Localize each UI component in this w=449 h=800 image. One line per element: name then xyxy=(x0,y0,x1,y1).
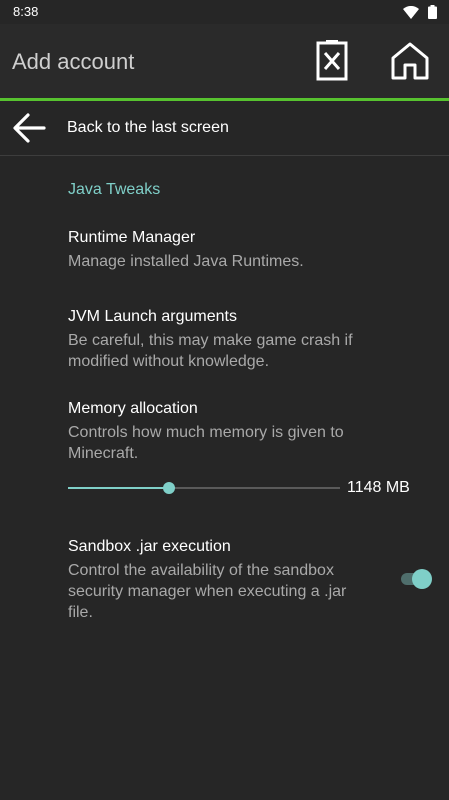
switch-thumb xyxy=(412,569,432,589)
pref-summary: Be careful, this may make game crash if … xyxy=(68,332,353,370)
status-bar: 8:38 xyxy=(0,0,449,24)
back-label: Back to the last screen xyxy=(67,119,229,136)
pref-title: Memory allocation xyxy=(68,400,198,417)
category-title: Java Tweaks xyxy=(68,181,161,198)
pref-title: JVM Launch arguments xyxy=(68,308,237,325)
pref-memory-allocation[interactable]: Memory allocation Controls how much memo… xyxy=(68,398,408,464)
pref-summary: Controls how much memory is given to Min… xyxy=(68,424,344,462)
status-time: 8:38 xyxy=(13,4,39,19)
home-icon xyxy=(390,41,430,86)
memory-slider[interactable] xyxy=(68,480,340,496)
sandbox-toggle[interactable] xyxy=(401,569,432,589)
pref-sandbox-jar-execution[interactable]: Sandbox .jar execution Control the avail… xyxy=(68,536,368,623)
slider-fill xyxy=(68,487,169,489)
slider-thumb[interactable] xyxy=(162,482,175,494)
pref-runtime-manager[interactable]: Runtime Manager Manage installed Java Ru… xyxy=(68,227,408,272)
pref-summary: Control the availability of the sandbox … xyxy=(68,562,347,621)
arrow-back-icon xyxy=(12,112,46,149)
app-bar: Add account xyxy=(0,24,449,100)
pref-jvm-launch-arguments[interactable]: JVM Launch arguments Be careful, this ma… xyxy=(68,306,408,372)
wifi-icon xyxy=(403,5,419,24)
delete-button[interactable] xyxy=(308,38,356,87)
app-title: Add account xyxy=(12,49,135,74)
home-button[interactable] xyxy=(386,39,434,87)
status-icons xyxy=(403,5,437,24)
memory-value: 1148 MB xyxy=(347,479,410,496)
battery-icon xyxy=(428,5,437,24)
pref-title: Sandbox .jar execution xyxy=(68,538,231,555)
close-file-icon xyxy=(314,38,350,87)
pref-summary: Manage installed Java Runtimes. xyxy=(68,253,304,270)
back-row[interactable]: Back to the last screen xyxy=(0,101,449,156)
pref-title: Runtime Manager xyxy=(68,229,196,246)
